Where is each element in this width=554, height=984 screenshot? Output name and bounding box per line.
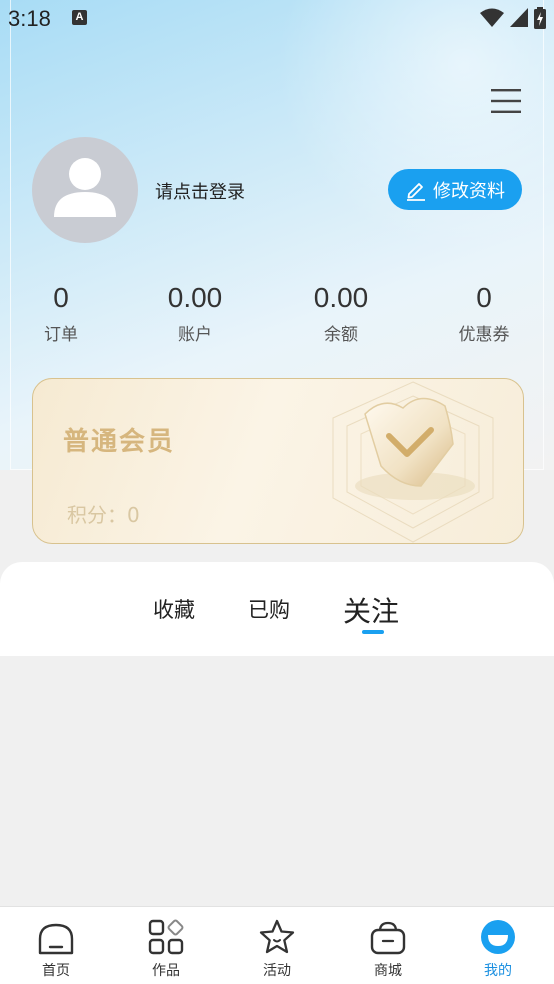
stat-label: 订单 xyxy=(44,325,78,345)
wifi-icon xyxy=(480,8,504,27)
active-tab-indicator xyxy=(362,630,384,634)
stat-balance[interactable]: 0.00 余额 xyxy=(281,280,401,345)
member-card[interactable]: 普通会员 积分：0 xyxy=(32,378,524,544)
stat-label: 账户 xyxy=(178,325,212,345)
tab-favorites[interactable]: 收藏 xyxy=(153,594,195,624)
nav-item-activity[interactable]: 活动 xyxy=(237,917,317,980)
star-icon xyxy=(259,919,295,954)
stat-coupons[interactable]: 0 优惠券 xyxy=(424,280,544,345)
basket-icon xyxy=(370,921,406,955)
stat-value: 0.00 xyxy=(167,282,223,313)
signal-icon xyxy=(510,8,528,27)
stat-value: 0 xyxy=(476,282,492,313)
hamburger-icon[interactable] xyxy=(491,87,521,115)
nav-item-home[interactable]: 首页 xyxy=(16,917,96,980)
login-prompt[interactable]: 请点击登录 xyxy=(155,178,245,204)
avatar[interactable] xyxy=(32,137,138,243)
stat-account[interactable]: 0.00 账户 xyxy=(135,280,255,345)
battery-icon xyxy=(534,7,546,29)
nav-label-activity: 活动 xyxy=(263,963,291,979)
status-time: 3:18 xyxy=(8,6,51,31)
stat-value: 0 xyxy=(53,282,69,313)
tabs-panel: 收藏 已购 关注 xyxy=(0,562,554,656)
stat-label: 优惠券 xyxy=(458,325,510,345)
nav-label-mine: 我的 xyxy=(484,963,512,979)
member-badge-icon xyxy=(332,381,494,543)
edit-profile-button[interactable]: 修改资料 xyxy=(388,169,522,210)
stat-label: 余额 xyxy=(324,325,358,345)
home-icon xyxy=(38,923,74,955)
member-level: 普通会员 xyxy=(63,427,176,457)
stats-row: 0 订单 0.00 账户 0.00 余额 0 优惠券 xyxy=(0,280,554,350)
person-placeholder-icon xyxy=(54,158,116,217)
notification-icon: A xyxy=(72,10,87,25)
nav-label-home: 首页 xyxy=(42,963,70,979)
bottom-nav: 首页 作品 活动 商城 我的 xyxy=(0,906,554,984)
status-icons xyxy=(480,7,546,29)
edit-profile-label: 修改资料 xyxy=(433,180,505,202)
tab-purchased[interactable]: 已购 xyxy=(248,594,290,624)
member-points: 积分：0 xyxy=(67,503,140,527)
pencil-icon xyxy=(407,182,425,201)
stat-value: 0.00 xyxy=(313,282,369,313)
stat-orders[interactable]: 0 订单 xyxy=(1,280,121,345)
tab-following[interactable]: 关注 xyxy=(343,590,399,630)
nav-item-mine[interactable]: 我的 xyxy=(458,917,538,980)
nav-label-works: 作品 xyxy=(152,963,180,979)
nav-label-mall: 商城 xyxy=(374,963,402,979)
nav-item-works[interactable]: 作品 xyxy=(126,917,206,980)
profile-icon xyxy=(481,920,515,954)
grid-icon xyxy=(148,919,184,955)
nav-item-mall[interactable]: 商城 xyxy=(348,917,428,980)
status-bar: 3:18 A xyxy=(0,0,554,38)
